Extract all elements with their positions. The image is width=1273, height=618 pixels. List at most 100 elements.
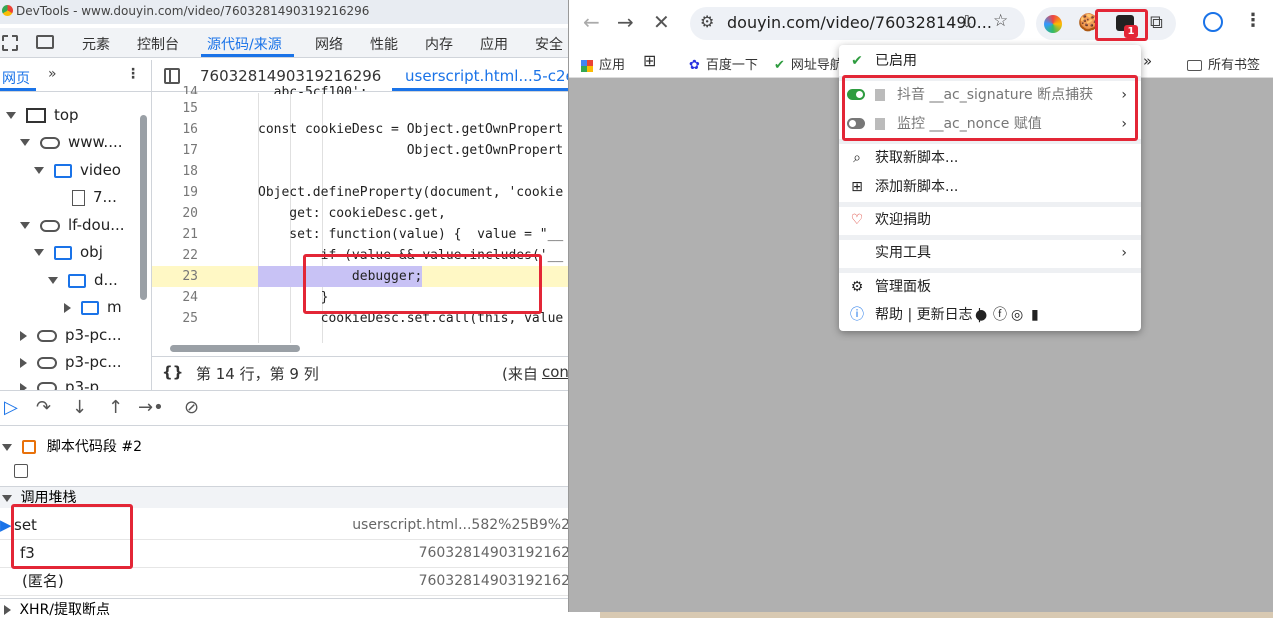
bookmark-star-icon[interactable]: ☆ xyxy=(993,11,1008,31)
line-number: 25 xyxy=(182,311,198,326)
menu-add-script[interactable]: ⊞ 添加新脚本... xyxy=(839,173,1141,201)
step-over-icon[interactable]: ↷ xyxy=(36,397,51,418)
debugger-toolbar: ▷ ↷ ↓ ↑ →• ⊘ xyxy=(0,390,600,426)
tab-console[interactable]: 控制台 xyxy=(137,34,179,54)
resume-icon[interactable]: ▷ xyxy=(4,397,18,418)
step-icon[interactable]: →• xyxy=(138,397,164,418)
tree-item-obj[interactable]: obj xyxy=(34,239,103,265)
collapse-arrow-icon[interactable] xyxy=(20,330,27,341)
frame-location[interactable]: 76032814903192162 xyxy=(419,540,570,567)
line-number: 24 xyxy=(182,290,198,305)
tab-elements[interactable]: 元素 xyxy=(82,34,110,54)
tree-item-lf-dou[interactable]: lf-dou... xyxy=(20,212,125,238)
device-toolbar-icon[interactable] xyxy=(36,35,54,49)
site-info-icon[interactable]: ⚙ xyxy=(700,12,714,31)
tree-label: p3-p... xyxy=(65,378,114,390)
code-line: 15 xyxy=(152,98,600,119)
frame-location[interactable]: userscript.html...582%25B9%2 xyxy=(352,512,570,539)
menu-utilities[interactable]: 实用工具 › xyxy=(839,239,1141,267)
stop-loading-icon[interactable]: ✕ xyxy=(653,10,670,34)
tree-label: lf-dou... xyxy=(68,216,125,234)
line-number: 14 xyxy=(182,85,198,94)
address-bar[interactable]: ⚙ douyin.com/video/7603281490... ⇩ ☆ xyxy=(690,7,1025,40)
deactivate-breakpoints-icon[interactable]: ⊘ xyxy=(184,397,199,418)
navigator-menu-icon[interactable]: ⋮ xyxy=(126,66,140,82)
bookmark-all[interactable]: 所有书签 xyxy=(1187,54,1260,73)
tree-item-video[interactable]: video xyxy=(34,157,121,183)
menu-enabled[interactable]: ✔ 已启用 xyxy=(839,47,1141,75)
snippet-row[interactable]: 脚本代码段 #2 xyxy=(0,436,142,456)
tab-page[interactable]: 网页 xyxy=(2,68,30,88)
bookmark-apps[interactable]: 应用 xyxy=(581,54,625,73)
tree-item-m[interactable]: m xyxy=(64,294,122,320)
expand-arrow-icon[interactable] xyxy=(6,112,16,119)
frame-location[interactable]: 76032814903192162 xyxy=(419,568,570,595)
more-tabs-icon[interactable]: » xyxy=(48,66,57,82)
step-out-icon[interactable]: ↑ xyxy=(108,397,123,418)
github-icon[interactable]: ● xyxy=(975,301,987,329)
collapse-arrow-icon[interactable] xyxy=(4,605,11,615)
tree-item-www[interactable]: www.... xyxy=(20,129,123,155)
inspect-element-icon[interactable] xyxy=(2,35,18,51)
tree-item-file[interactable]: 7... xyxy=(72,184,117,210)
devtools-window: DevTools - www.douyin.com/video/76032814… xyxy=(0,0,600,618)
menu-donate[interactable]: ♡ 欢迎捐助 xyxy=(839,206,1141,234)
cloud-icon xyxy=(37,329,57,342)
bookmark-hao123[interactable]: ✔ 网址导航 xyxy=(774,54,843,73)
pretty-print-icon[interactable]: {} xyxy=(162,363,183,381)
bookmarks-overflow-icon[interactable]: » xyxy=(1143,52,1152,70)
navigator-header: 网页 » ⋮ xyxy=(0,60,152,92)
instagram-icon[interactable]: ◎ xyxy=(1011,301,1023,329)
expand-arrow-icon[interactable] xyxy=(20,222,30,229)
forward-icon[interactable]: → xyxy=(617,10,634,34)
tab-sources[interactable]: 源代码/来源 xyxy=(207,34,282,54)
mobile-icon[interactable]: ▮ xyxy=(1031,301,1039,329)
bookmark-baidu[interactable]: ✿ 百度一下 xyxy=(689,54,758,73)
check-icon: ✔ xyxy=(851,53,863,69)
facebook-icon[interactable]: ⓕ xyxy=(993,301,1007,329)
expand-arrow-icon[interactable] xyxy=(20,139,30,146)
line-number: 16 xyxy=(182,122,198,137)
menu-get-scripts[interactable]: ⌕ 获取新脚本... xyxy=(839,144,1141,172)
tab-memory[interactable]: 内存 xyxy=(425,34,453,54)
tab-security[interactable]: 安全 xyxy=(535,34,563,54)
tree-item-p3-pc-2[interactable]: p3-pc... xyxy=(20,349,122,375)
xhr-breakpoints-header[interactable]: XHR/提取断点 xyxy=(0,598,600,618)
menu-dashboard[interactable]: ⚙ 管理面板 xyxy=(839,273,1141,301)
expand-arrow-icon[interactable] xyxy=(34,249,44,256)
tree-item-p3-p[interactable]: p3-p... xyxy=(20,374,113,390)
code-line: 16 const cookieDesc = Object.getOwnProper… xyxy=(152,119,600,140)
tab-performance[interactable]: 性能 xyxy=(370,34,398,54)
tree-item-d[interactable]: d... xyxy=(48,267,118,293)
line-code: abc-5cf100'; xyxy=(258,85,368,94)
profile-icon[interactable] xyxy=(1203,12,1223,32)
install-app-icon[interactable]: ⇩ xyxy=(960,12,973,31)
menu-help-footer[interactable]: ⓘ 帮助 | 更新日志 | ● ⓕ ◎ ▮ xyxy=(839,301,1141,329)
collapse-arrow-icon[interactable] xyxy=(20,357,27,368)
tree-item-top[interactable]: top xyxy=(6,102,79,128)
url-text[interactable]: douyin.com/video/7603281490... xyxy=(727,13,992,32)
bookmark-label: 应用 xyxy=(599,58,626,73)
tab-network[interactable]: 网络 xyxy=(315,34,343,54)
expand-arrow-icon[interactable] xyxy=(2,494,12,502)
expand-arrow-icon[interactable] xyxy=(34,167,44,174)
code-line: 14 abc-5cf100'; xyxy=(152,82,600,94)
tree-item-p3-pc-1[interactable]: p3-pc... xyxy=(20,322,122,348)
editor-hscrollbar[interactable] xyxy=(170,345,300,352)
expand-arrow-icon[interactable] xyxy=(48,277,58,284)
snippet-checkbox[interactable] xyxy=(14,464,28,478)
source-origin-link[interactable]: con xyxy=(542,363,569,381)
collapse-arrow-icon[interactable] xyxy=(64,302,71,313)
step-into-icon[interactable]: ↓ xyxy=(72,397,87,418)
expand-arrow-icon[interactable] xyxy=(2,443,12,451)
color-extension-icon[interactable] xyxy=(1044,15,1062,33)
chrome-menu-icon[interactable]: ⋮ xyxy=(1244,10,1262,31)
back-icon[interactable]: ← xyxy=(583,10,600,34)
extensions-puzzle-icon[interactable]: ⧉ xyxy=(1150,12,1163,33)
folder-icon xyxy=(68,273,86,288)
navigator-scrollbar[interactable] xyxy=(140,115,147,300)
collapse-arrow-icon[interactable] xyxy=(20,382,27,390)
tab-application[interactable]: 应用 xyxy=(480,34,508,54)
stack-frame[interactable]: (匿名) 76032814903192162 xyxy=(0,568,570,596)
tab-groups-icon[interactable]: ⊞ xyxy=(643,51,656,70)
